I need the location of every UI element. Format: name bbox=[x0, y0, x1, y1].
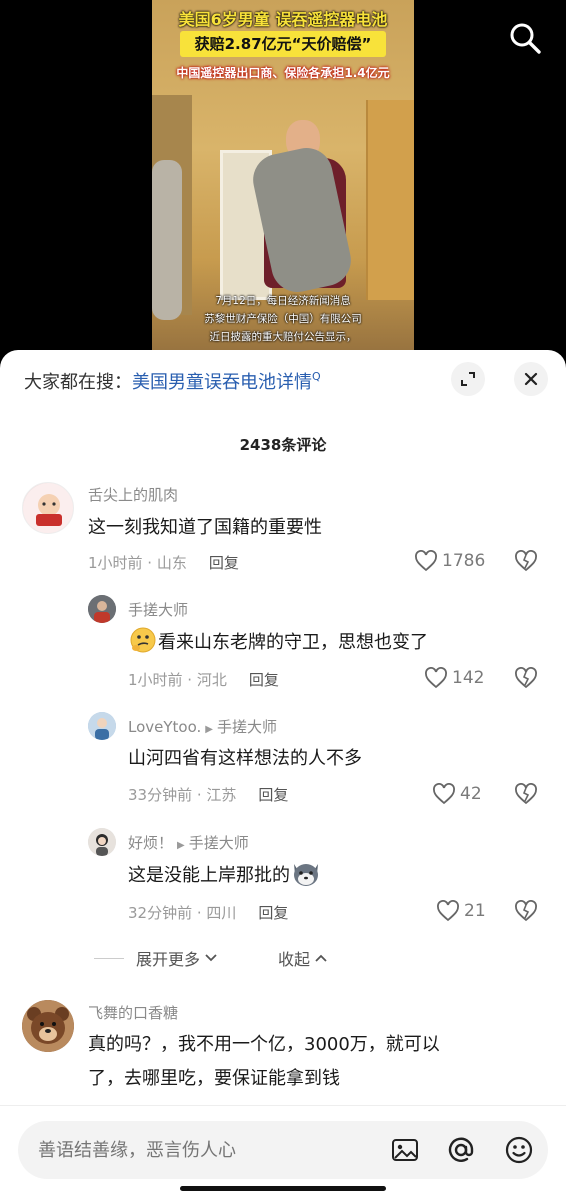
reply-to-name[interactable]: 手搓大师 bbox=[189, 834, 249, 852]
video-player[interactable]: 美国6岁男童 误吞遥控器电池 获赔2.87亿元“天价赔偿” 中国遥控器出口商、保… bbox=[0, 0, 566, 372]
dislike-button[interactable] bbox=[514, 550, 538, 576]
dislike-button[interactable] bbox=[514, 783, 538, 809]
video-caption-line: 苏黎世财产保险（中国）有限公司 bbox=[204, 313, 362, 325]
like-button[interactable]: 142 bbox=[424, 667, 484, 689]
reply-button[interactable]: 回复 bbox=[249, 671, 279, 689]
comment-author[interactable]: 手搓大师 bbox=[128, 599, 188, 620]
comment-text: 山河四省有这样想法的人不多 bbox=[128, 748, 362, 769]
reply-to-name[interactable]: 手搓大师 bbox=[217, 718, 277, 736]
like-button[interactable]: 1786 bbox=[414, 550, 485, 572]
heart-icon bbox=[425, 667, 447, 689]
divider-line bbox=[94, 957, 124, 959]
collapse-button[interactable]: 收起 bbox=[278, 946, 310, 970]
reply-button[interactable]: 回复 bbox=[258, 904, 288, 922]
like-count: 142 bbox=[452, 668, 485, 688]
comment-text-line: 真的吗？，我不用一个亿，3000万，就可以 bbox=[88, 1034, 440, 1055]
home-indicator[interactable] bbox=[180, 1186, 386, 1191]
hot-search-link[interactable]: 美国男童误吞电池详情 bbox=[132, 372, 312, 393]
comment-author[interactable]: 舌尖上的肌肉 bbox=[88, 484, 178, 505]
comment-meta: 32分钟前 · 四川 回复 bbox=[128, 902, 288, 923]
avatar[interactable] bbox=[88, 712, 116, 740]
search-icon[interactable] bbox=[505, 18, 545, 58]
dislike-button[interactable] bbox=[514, 900, 538, 926]
comment-time-location: 1小时前 · 河北 bbox=[128, 671, 227, 689]
close-sheet-button[interactable] bbox=[514, 362, 548, 396]
avatar[interactable] bbox=[88, 828, 116, 856]
video-title-line1: 美国6岁男童 误吞遥控器电池 bbox=[178, 10, 388, 29]
dislike-icon bbox=[515, 667, 537, 689]
reply-button[interactable]: 回复 bbox=[209, 554, 239, 572]
reply-arrow-icon: ▶ bbox=[177, 840, 185, 851]
comment-author-name[interactable]: 好烦！ bbox=[128, 834, 173, 852]
thinking-emoji-icon bbox=[130, 627, 156, 653]
video-caption-line: 近日披露的重大赔付公告显示， bbox=[209, 331, 357, 343]
comment-input-container[interactable] bbox=[18, 1121, 548, 1179]
dislike-icon bbox=[515, 783, 537, 805]
like-button[interactable]: 42 bbox=[432, 783, 482, 805]
expand-icon bbox=[461, 372, 475, 386]
chevron-down-icon bbox=[205, 954, 217, 962]
like-count: 21 bbox=[464, 901, 486, 921]
expand-more-button[interactable]: 展开更多 bbox=[136, 946, 200, 970]
hot-search-prefix: 大家都在搜： bbox=[24, 372, 132, 393]
comment-text-body: 这是没能上岸那批的 bbox=[128, 865, 290, 886]
comment-time-location: 1小时前 · 山东 bbox=[88, 554, 187, 572]
emoji-icon[interactable] bbox=[504, 1135, 534, 1165]
image-icon[interactable] bbox=[390, 1135, 420, 1165]
close-icon bbox=[524, 372, 538, 386]
comment-input[interactable] bbox=[38, 1121, 378, 1179]
like-count: 42 bbox=[460, 784, 482, 804]
comment-author: 好烦！ ▶ 手搓大师 bbox=[128, 832, 249, 853]
reply-arrow-icon: ▶ bbox=[205, 724, 213, 735]
expand-sheet-button[interactable] bbox=[451, 362, 485, 396]
comment-time-location: 32分钟前 · 四川 bbox=[128, 904, 237, 922]
avatar[interactable] bbox=[88, 595, 116, 623]
thread-controls: 展开更多 收起 bbox=[94, 946, 328, 970]
avatar[interactable] bbox=[22, 1000, 74, 1052]
video-caption: 7月12日，每日经济新闻消息 苏黎世财产保险（中国）有限公司 近日披露的重大赔付… bbox=[152, 292, 414, 346]
comment-text: 这是没能上岸那批的 bbox=[128, 858, 322, 893]
comment-text-body: 看来山东老牌的守卫，思想也变了 bbox=[158, 632, 428, 653]
comment-meta: 33分钟前 · 江苏 回复 bbox=[128, 784, 288, 805]
comment-meta: 1小时前 · 山东 回复 bbox=[88, 552, 239, 573]
video-title-line2: 获赔2.87亿元“天价赔偿” bbox=[180, 31, 386, 57]
comment-author-name[interactable]: LoveYtoo. bbox=[128, 718, 201, 736]
husky-emoji-icon bbox=[294, 864, 318, 886]
dislike-button[interactable] bbox=[514, 667, 538, 693]
chevron-up-icon bbox=[315, 954, 327, 962]
comment-text: 这一刻我知道了国籍的重要性 bbox=[88, 517, 322, 538]
dislike-icon bbox=[515, 900, 537, 922]
like-count: 1786 bbox=[442, 551, 486, 571]
heart-icon bbox=[415, 550, 437, 572]
avatar[interactable] bbox=[22, 482, 74, 534]
video-subtitle: 中国遥控器出口商、保险各承担1.4亿元 bbox=[176, 66, 390, 80]
comment-author: LoveYtoo. ▶ 手搓大师 bbox=[128, 716, 277, 737]
dislike-icon bbox=[515, 550, 537, 572]
comment-text: 真的吗？，我不用一个亿，3000万，就可以 了，去哪里吃，要保证能拿到钱 bbox=[88, 1028, 440, 1096]
hot-search-link-suffix: Q bbox=[312, 370, 321, 383]
like-button[interactable]: 21 bbox=[436, 900, 486, 922]
comment-author[interactable]: 飞舞的口香糖 bbox=[88, 1002, 178, 1023]
comment-text-line: 了，去哪里吃，要保证能拿到钱 bbox=[88, 1068, 340, 1089]
comment-sheet: 大家都在搜：美国男童误吞电池详情Q 2438条评论 舌尖上的肌肉 这一刻我知道了… bbox=[0, 350, 566, 1200]
heart-icon bbox=[437, 900, 459, 922]
hot-search-bar: 大家都在搜：美国男童误吞电池详情Q bbox=[24, 368, 321, 394]
comment-text: 看来山东老牌的守卫，思想也变了 bbox=[128, 625, 428, 660]
scene-cabinet bbox=[366, 100, 414, 300]
comment-count: 2438条评论 bbox=[239, 436, 327, 454]
comment-time-location: 33分钟前 · 江苏 bbox=[128, 786, 237, 804]
comment-meta: 1小时前 · 河北 回复 bbox=[128, 669, 279, 690]
video-caption-line: 7月12日，每日经济新闻消息 bbox=[215, 295, 351, 307]
video-frame[interactable]: 美国6岁男童 误吞遥控器电池 获赔2.87亿元“天价赔偿” 中国遥控器出口商、保… bbox=[152, 0, 414, 372]
heart-icon bbox=[433, 783, 455, 805]
at-icon[interactable] bbox=[446, 1135, 476, 1165]
reply-button[interactable]: 回复 bbox=[258, 786, 288, 804]
